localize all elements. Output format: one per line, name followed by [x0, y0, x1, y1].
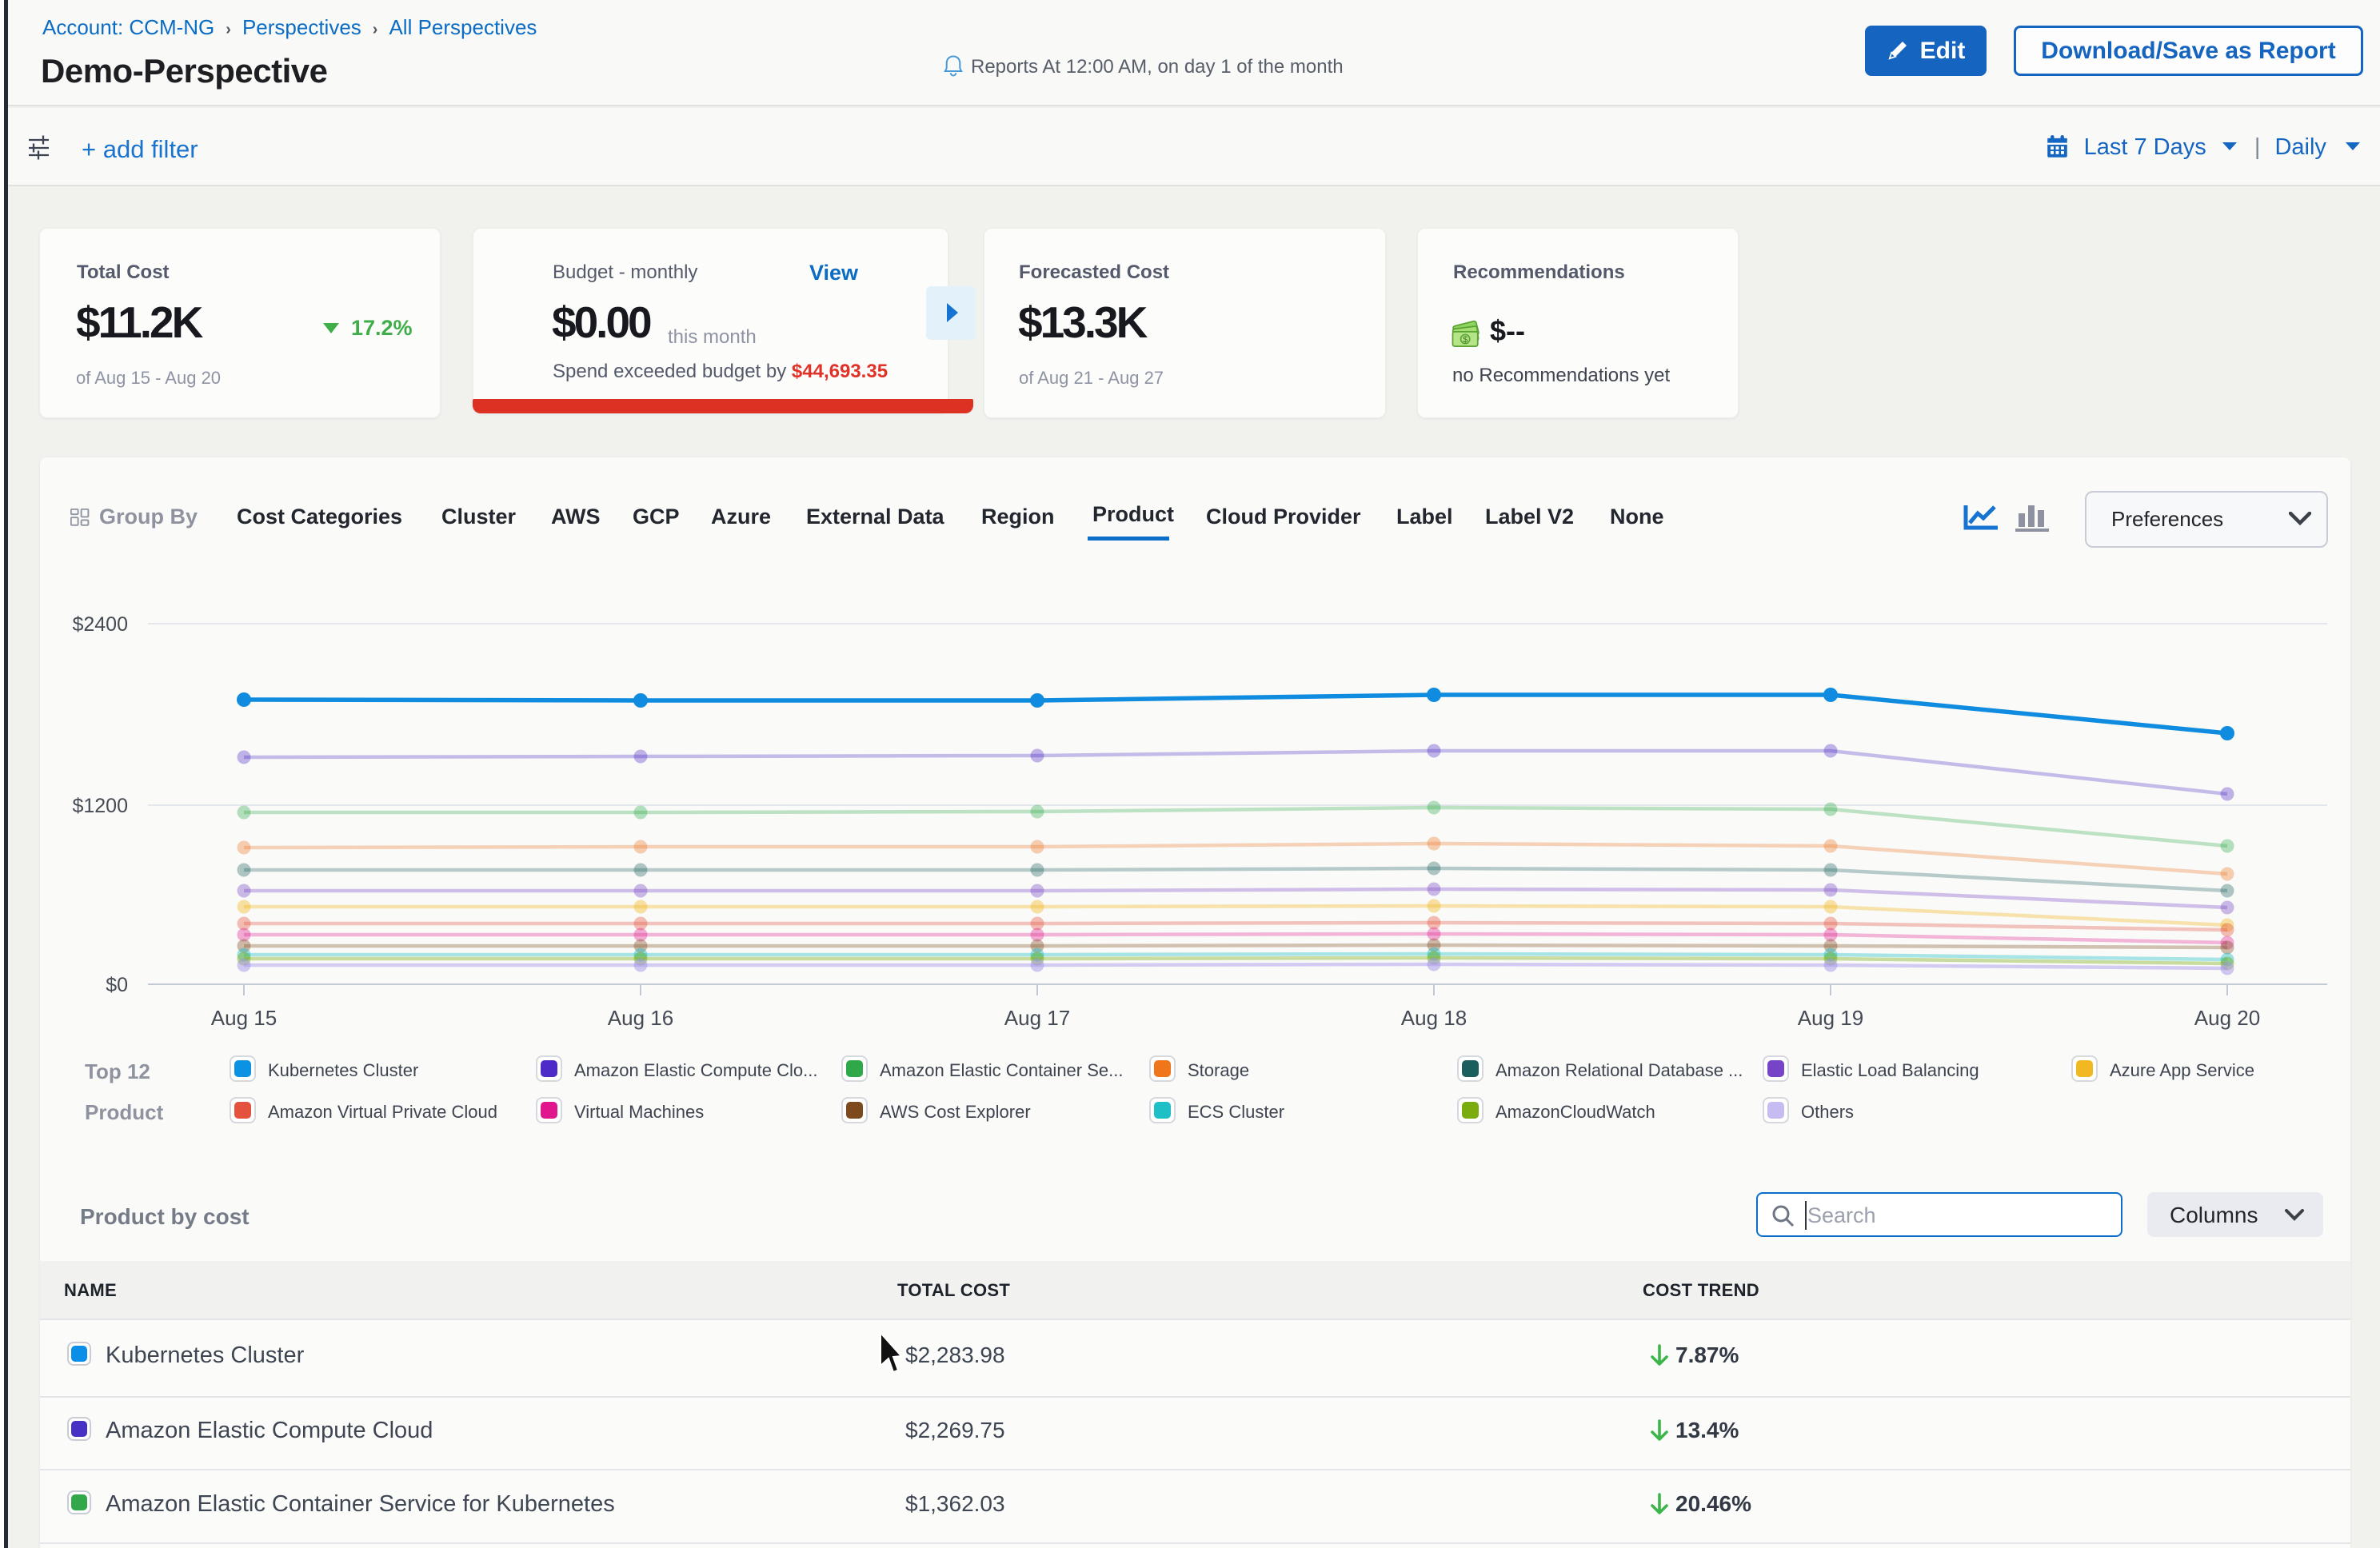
svg-text:Aug 19: Aug 19 — [1798, 1006, 1863, 1030]
svg-text:Aug 18: Aug 18 — [1401, 1006, 1467, 1030]
svg-text:$0: $0 — [106, 974, 128, 996]
svg-text:$2400: $2400 — [72, 613, 128, 636]
svg-text:Aug 20: Aug 20 — [2194, 1006, 2260, 1030]
svg-text:$1200: $1200 — [72, 795, 128, 817]
svg-text:Aug 15: Aug 15 — [211, 1006, 277, 1030]
svg-text:Aug 17: Aug 17 — [1004, 1006, 1070, 1030]
svg-text:Aug 16: Aug 16 — [608, 1006, 673, 1030]
